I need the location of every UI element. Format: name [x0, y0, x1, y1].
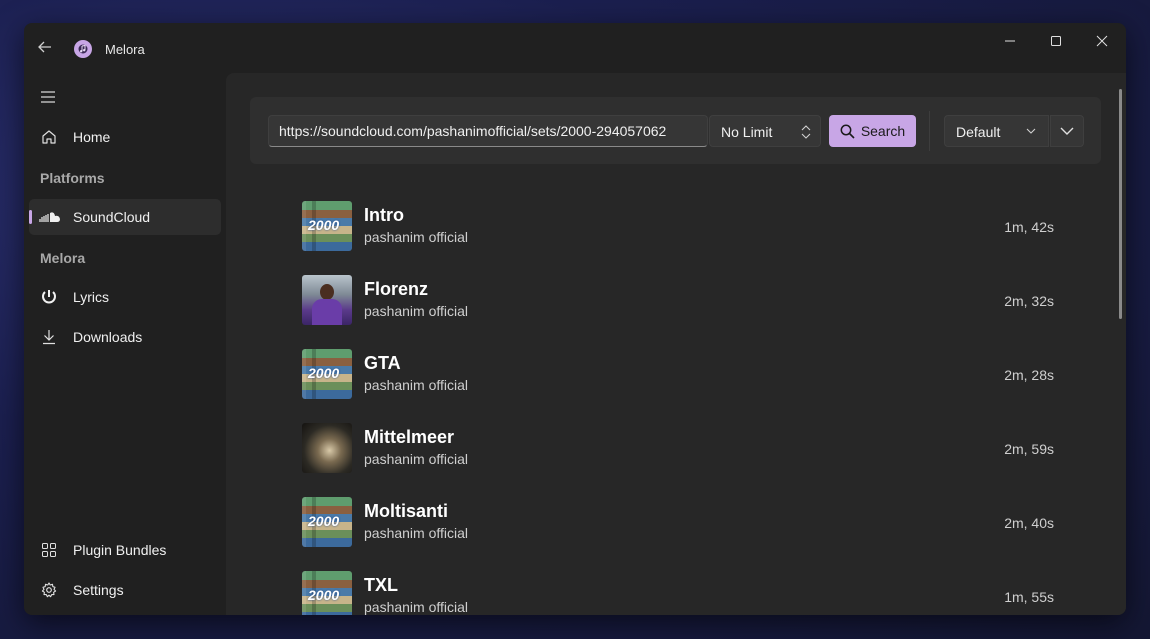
album-cover: 2000: [302, 349, 352, 399]
track-row[interactable]: 2000 Intro pashanim official 1m, 42s: [302, 201, 1054, 253]
search-icon: [840, 124, 855, 139]
album-cover-art: 2000: [308, 365, 340, 381]
track-duration: 1m, 55s: [1004, 589, 1054, 605]
track-duration: 1m, 42s: [1004, 219, 1054, 235]
track-artist: pashanim official: [364, 525, 469, 541]
track-artist: pashanim official: [364, 303, 469, 319]
sidebar-item-label: Lyrics: [73, 289, 110, 305]
album-cover: 2000: [302, 497, 352, 547]
limit-selector[interactable]: No Limit: [709, 115, 821, 147]
up-down-chevron-icon: [801, 125, 811, 139]
chevron-down-icon: [1026, 128, 1036, 134]
sidebar-item-label: Downloads: [73, 329, 143, 345]
track-title: TXL: [364, 575, 398, 595]
section-header-melora: Melora: [40, 250, 86, 266]
app-title: Melora: [105, 42, 145, 57]
track-row[interactable]: Florenz pashanim official 2m, 32s: [302, 275, 1054, 327]
app-logo-icon: [74, 40, 92, 58]
track-artist: pashanim official: [364, 599, 469, 615]
scrollbar[interactable]: [1119, 89, 1122, 319]
album-cover: [302, 275, 352, 325]
close-button[interactable]: [1079, 31, 1125, 51]
track-duration: 2m, 40s: [1004, 515, 1054, 531]
sidebar-item-label: SoundCloud: [73, 209, 151, 225]
sidebar-item-soundcloud[interactable]: SoundCloud: [29, 199, 221, 235]
album-cover: 2000: [302, 571, 352, 615]
section-header-platforms: Platforms: [40, 170, 105, 186]
album-cover-art: 2000: [308, 587, 340, 603]
sidebar-item-settings[interactable]: Settings: [29, 572, 221, 608]
back-arrow-icon: [38, 41, 51, 53]
track-title: Moltisanti: [364, 501, 448, 521]
track-title: GTA: [364, 353, 401, 373]
search-panel: No Limit Search Default: [250, 97, 1101, 164]
track-row[interactable]: 2000 Moltisanti pashanim official 2m, 40…: [302, 497, 1054, 549]
title-bar: Melora: [24, 23, 1126, 73]
divider: [929, 111, 930, 151]
lyrics-icon: [41, 289, 57, 305]
back-button[interactable]: [36, 38, 54, 56]
main-content: No Limit Search Default 2000 Intro pasha…: [226, 73, 1126, 615]
track-row[interactable]: 2000 TXL pashanim official 1m, 55s: [302, 571, 1054, 615]
minimize-icon: [1005, 40, 1015, 42]
sidebar-item-lyrics[interactable]: Lyrics: [29, 279, 221, 315]
sidebar-item-label: Settings: [73, 582, 124, 598]
grid-icon: [41, 542, 57, 558]
soundcloud-icon: [39, 209, 61, 225]
search-button[interactable]: Search: [829, 115, 916, 147]
sidebar-item-label: Home: [73, 129, 111, 145]
sidebar-item-label: Plugin Bundles: [73, 542, 167, 558]
sort-dropdown[interactable]: Default: [944, 115, 1049, 147]
album-cover-art: 2000: [308, 217, 340, 233]
minimize-button[interactable]: [987, 31, 1033, 51]
track-row[interactable]: Mittelmeer pashanim official 2m, 59s: [302, 423, 1054, 475]
album-cover-art: 2000: [308, 513, 340, 529]
track-title: Mittelmeer: [364, 427, 455, 447]
album-cover: 2000: [302, 201, 352, 251]
limit-value: No Limit: [721, 124, 773, 140]
track-artist: pashanim official: [364, 377, 469, 393]
track-title: Intro: [364, 205, 404, 225]
track-duration: 2m, 28s: [1004, 367, 1054, 383]
hamburger-menu-button[interactable]: [40, 90, 56, 109]
track-title: Florenz: [364, 279, 429, 299]
track-row[interactable]: 2000 GTA pashanim official 2m, 28s: [302, 349, 1054, 401]
url-input[interactable]: [268, 115, 708, 147]
search-button-label: Search: [860, 123, 906, 139]
track-duration: 2m, 32s: [1004, 293, 1054, 309]
sidebar-item-home[interactable]: Home: [29, 119, 221, 155]
home-icon: [41, 129, 57, 145]
sidebar-item-plugin-bundles[interactable]: Plugin Bundles: [29, 532, 221, 568]
expand-options-button[interactable]: [1050, 115, 1084, 147]
track-duration: 2m, 59s: [1004, 441, 1054, 457]
maximize-button[interactable]: [1033, 31, 1079, 51]
maximize-icon: [1051, 36, 1061, 46]
app-window: Melora Home Platforms SoundCloud Melora …: [24, 23, 1126, 615]
download-icon: [41, 329, 57, 345]
close-icon: [1096, 35, 1108, 47]
track-artist: pashanim official: [364, 229, 469, 245]
sidebar: Home Platforms SoundCloud Melora Lyrics …: [24, 73, 226, 615]
gear-icon: [41, 582, 57, 598]
chevron-down-icon: [1060, 127, 1074, 135]
hamburger-icon: [41, 91, 55, 103]
sidebar-item-downloads[interactable]: Downloads: [29, 319, 221, 355]
album-cover: [302, 423, 352, 473]
track-artist: pashanim official: [364, 451, 469, 467]
sort-value: Default: [956, 124, 1001, 140]
